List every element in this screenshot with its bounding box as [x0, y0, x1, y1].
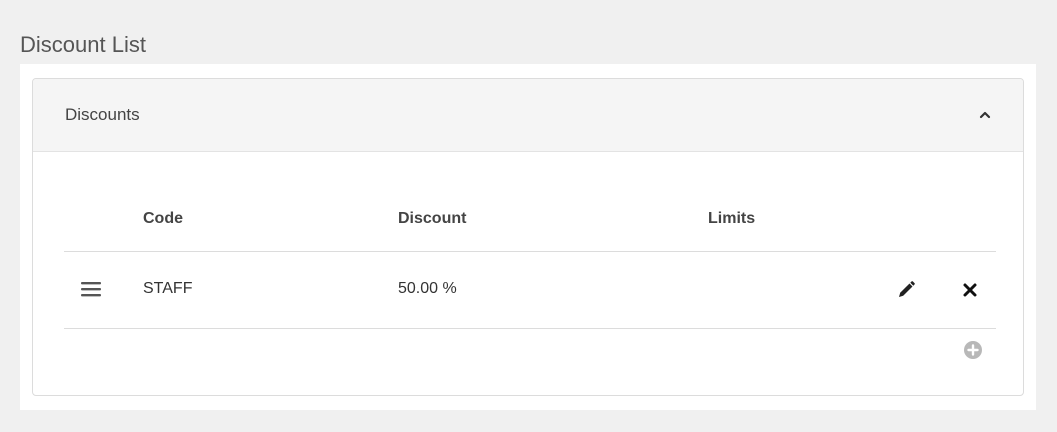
discount-list-block: Discounts Code Discount Limits STAFF 50.… — [20, 64, 1036, 410]
plus-circle-icon — [964, 341, 982, 359]
add-button[interactable] — [963, 340, 983, 360]
column-header-code: Code — [143, 210, 183, 227]
column-header-discount: Discount — [398, 210, 467, 227]
close-icon — [963, 283, 977, 297]
cell-code: STAFF — [143, 280, 193, 297]
column-header-limits: Limits — [708, 210, 756, 227]
edit-button[interactable] — [896, 280, 918, 300]
grid-header: Code Discount Limits — [64, 178, 996, 252]
panel-title: Discounts — [65, 105, 140, 124]
delete-button[interactable] — [960, 280, 980, 300]
panel-header[interactable]: Discounts — [33, 79, 1023, 152]
reorder-handle[interactable] — [81, 281, 101, 297]
cell-discount: 50.00 % — [398, 280, 457, 297]
table-row: STAFF 50.00 % — [64, 252, 996, 329]
page-title: Discount List — [20, 32, 146, 57]
discounts-panel: Discounts Code Discount Limits STAFF 50.… — [32, 78, 1024, 396]
pencil-icon — [899, 281, 915, 297]
chevron-up-icon — [979, 111, 991, 119]
bars-icon — [81, 282, 101, 297]
grid-footer — [64, 329, 996, 369]
collapse-toggle[interactable] — [973, 103, 997, 127]
discount-grid: Code Discount Limits STAFF 50.00 % — [64, 178, 996, 369]
